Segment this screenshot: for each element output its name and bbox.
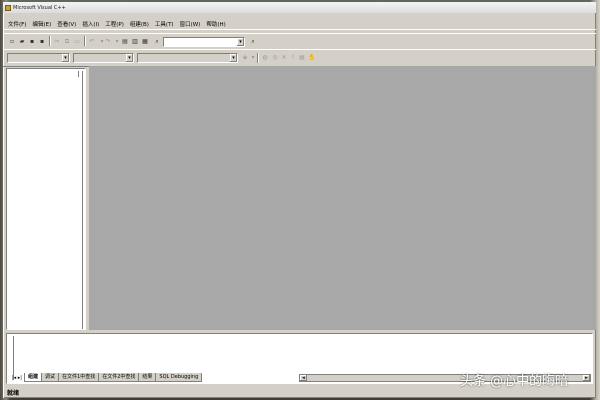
toolbar-separator [49, 36, 50, 46]
cut-icon[interactable]: ✂ [53, 38, 61, 46]
window-title: Microsoft Visual C++ [13, 4, 66, 11]
open-folder-icon[interactable]: ▰ [18, 38, 26, 46]
go-icon[interactable]: ▤ [298, 54, 306, 62]
chevron-down-icon[interactable]: ▾ [237, 38, 244, 46]
editor-area[interactable] [89, 66, 596, 330]
tab-results[interactable]: 结果 [138, 373, 157, 382]
menu-bar: 文件(F) 编辑(E) 查看(V) 插入(I) 工程(P) 组建(B) 工具(T… [3, 18, 596, 30]
menu-tools[interactable]: 工具(T) [155, 20, 174, 28]
tab-debug[interactable]: 调试 [41, 373, 60, 382]
new-file-icon[interactable]: ▫ [8, 38, 16, 46]
menu-file[interactable]: 文件(F) [8, 20, 26, 28]
menu-help[interactable]: 帮助(H) [206, 20, 225, 28]
build-icon[interactable]: ◎ [271, 54, 279, 62]
menu-project[interactable]: 工程(P) [105, 20, 124, 28]
scroll-right-icon[interactable]: ▸ [583, 375, 590, 381]
output-tabs: |◂ ▸| 组建 调试 在文件1中查找 在文件2中查找 结果 SQL Debug… [12, 373, 203, 382]
wizard-dropdown-icon[interactable]: ▾ [249, 54, 257, 62]
menu-view[interactable]: 查看(V) [57, 20, 76, 28]
standard-toolbar: ▫ ▰ ▪ ▪ ✂ ⧉ ▭ ↶ ▾ ↷ ▾ ▤ ▥ ▦ ⌕ ▾ ⌕ [3, 33, 596, 50]
find-in-files-icon[interactable]: ⌕ [153, 38, 161, 46]
class-combo[interactable]: ▾ [7, 53, 70, 63]
menu-window[interactable]: 窗口(W) [180, 20, 201, 28]
stop-build-icon[interactable]: ✕ [280, 54, 288, 62]
members-combo[interactable]: ▾ [137, 53, 238, 63]
workspace-splitter[interactable] [79, 71, 83, 329]
find-combo[interactable]: ▾ [163, 37, 245, 47]
main-window: Microsoft Visual C++ 文件(F) 编辑(E) 查看(V) 插… [3, 2, 596, 398]
window-list-icon[interactable]: ▦ [141, 38, 149, 46]
tab-find-in-files-2[interactable]: 在文件2中查找 [98, 373, 140, 382]
tab-nav-arrows-icon[interactable]: |◂ ▸| [12, 374, 22, 382]
save-all-icon[interactable]: ▪ [38, 38, 46, 46]
chevron-down-icon[interactable]: ▾ [62, 54, 69, 62]
redo-dropdown-icon[interactable]: ▾ [113, 38, 121, 46]
wizard-action-icon[interactable]: ◈ [241, 54, 249, 62]
menu-insert[interactable]: 插入(I) [82, 20, 99, 28]
status-text: 就绪 [7, 389, 20, 397]
filter-combo[interactable]: ▾ [73, 53, 134, 63]
chevron-down-icon[interactable]: ▾ [126, 54, 133, 62]
copy-icon[interactable]: ⧉ [63, 38, 71, 46]
find-icon[interactable]: ⌕ [249, 38, 257, 46]
toolbar-separator [84, 36, 85, 46]
breakpoint-icon[interactable]: ✋ [308, 54, 316, 62]
workspace-icon[interactable]: ▤ [121, 38, 129, 46]
execute-icon[interactable]: ! [289, 54, 297, 62]
app-icon [5, 4, 11, 11]
tab-build[interactable]: 组建 [23, 373, 42, 382]
scroll-left-icon[interactable]: ◂ [300, 375, 307, 381]
chevron-down-icon[interactable]: ▾ [230, 54, 237, 62]
redo-icon[interactable]: ↷ [104, 38, 112, 46]
toolbar-separator [257, 53, 258, 63]
workspace-pane[interactable] [6, 68, 86, 330]
watermark: 头条 @心中的晦暗 [460, 374, 569, 389]
tab-sql-debugging[interactable]: SQL Debugging [155, 373, 203, 382]
undo-icon[interactable]: ↶ [88, 38, 96, 46]
title-bar[interactable]: Microsoft Visual C++ [3, 2, 596, 13]
tab-find-in-files-1[interactable]: 在文件1中查找 [58, 373, 100, 382]
compile-icon[interactable]: ◍ [261, 54, 269, 62]
output-window-icon[interactable]: ▥ [131, 38, 139, 46]
menu-edit[interactable]: 编辑(E) [32, 20, 51, 28]
save-icon[interactable]: ▪ [28, 38, 36, 46]
paste-icon[interactable]: ▭ [73, 38, 81, 46]
menu-build[interactable]: 组建(B) [130, 20, 149, 28]
workspace-grip[interactable] [75, 71, 79, 77]
wizard-bar: ▾ ▾ ▾ ◈ ▾ ◍ ◎ ✕ ! ▤ ✋ [3, 49, 596, 67]
